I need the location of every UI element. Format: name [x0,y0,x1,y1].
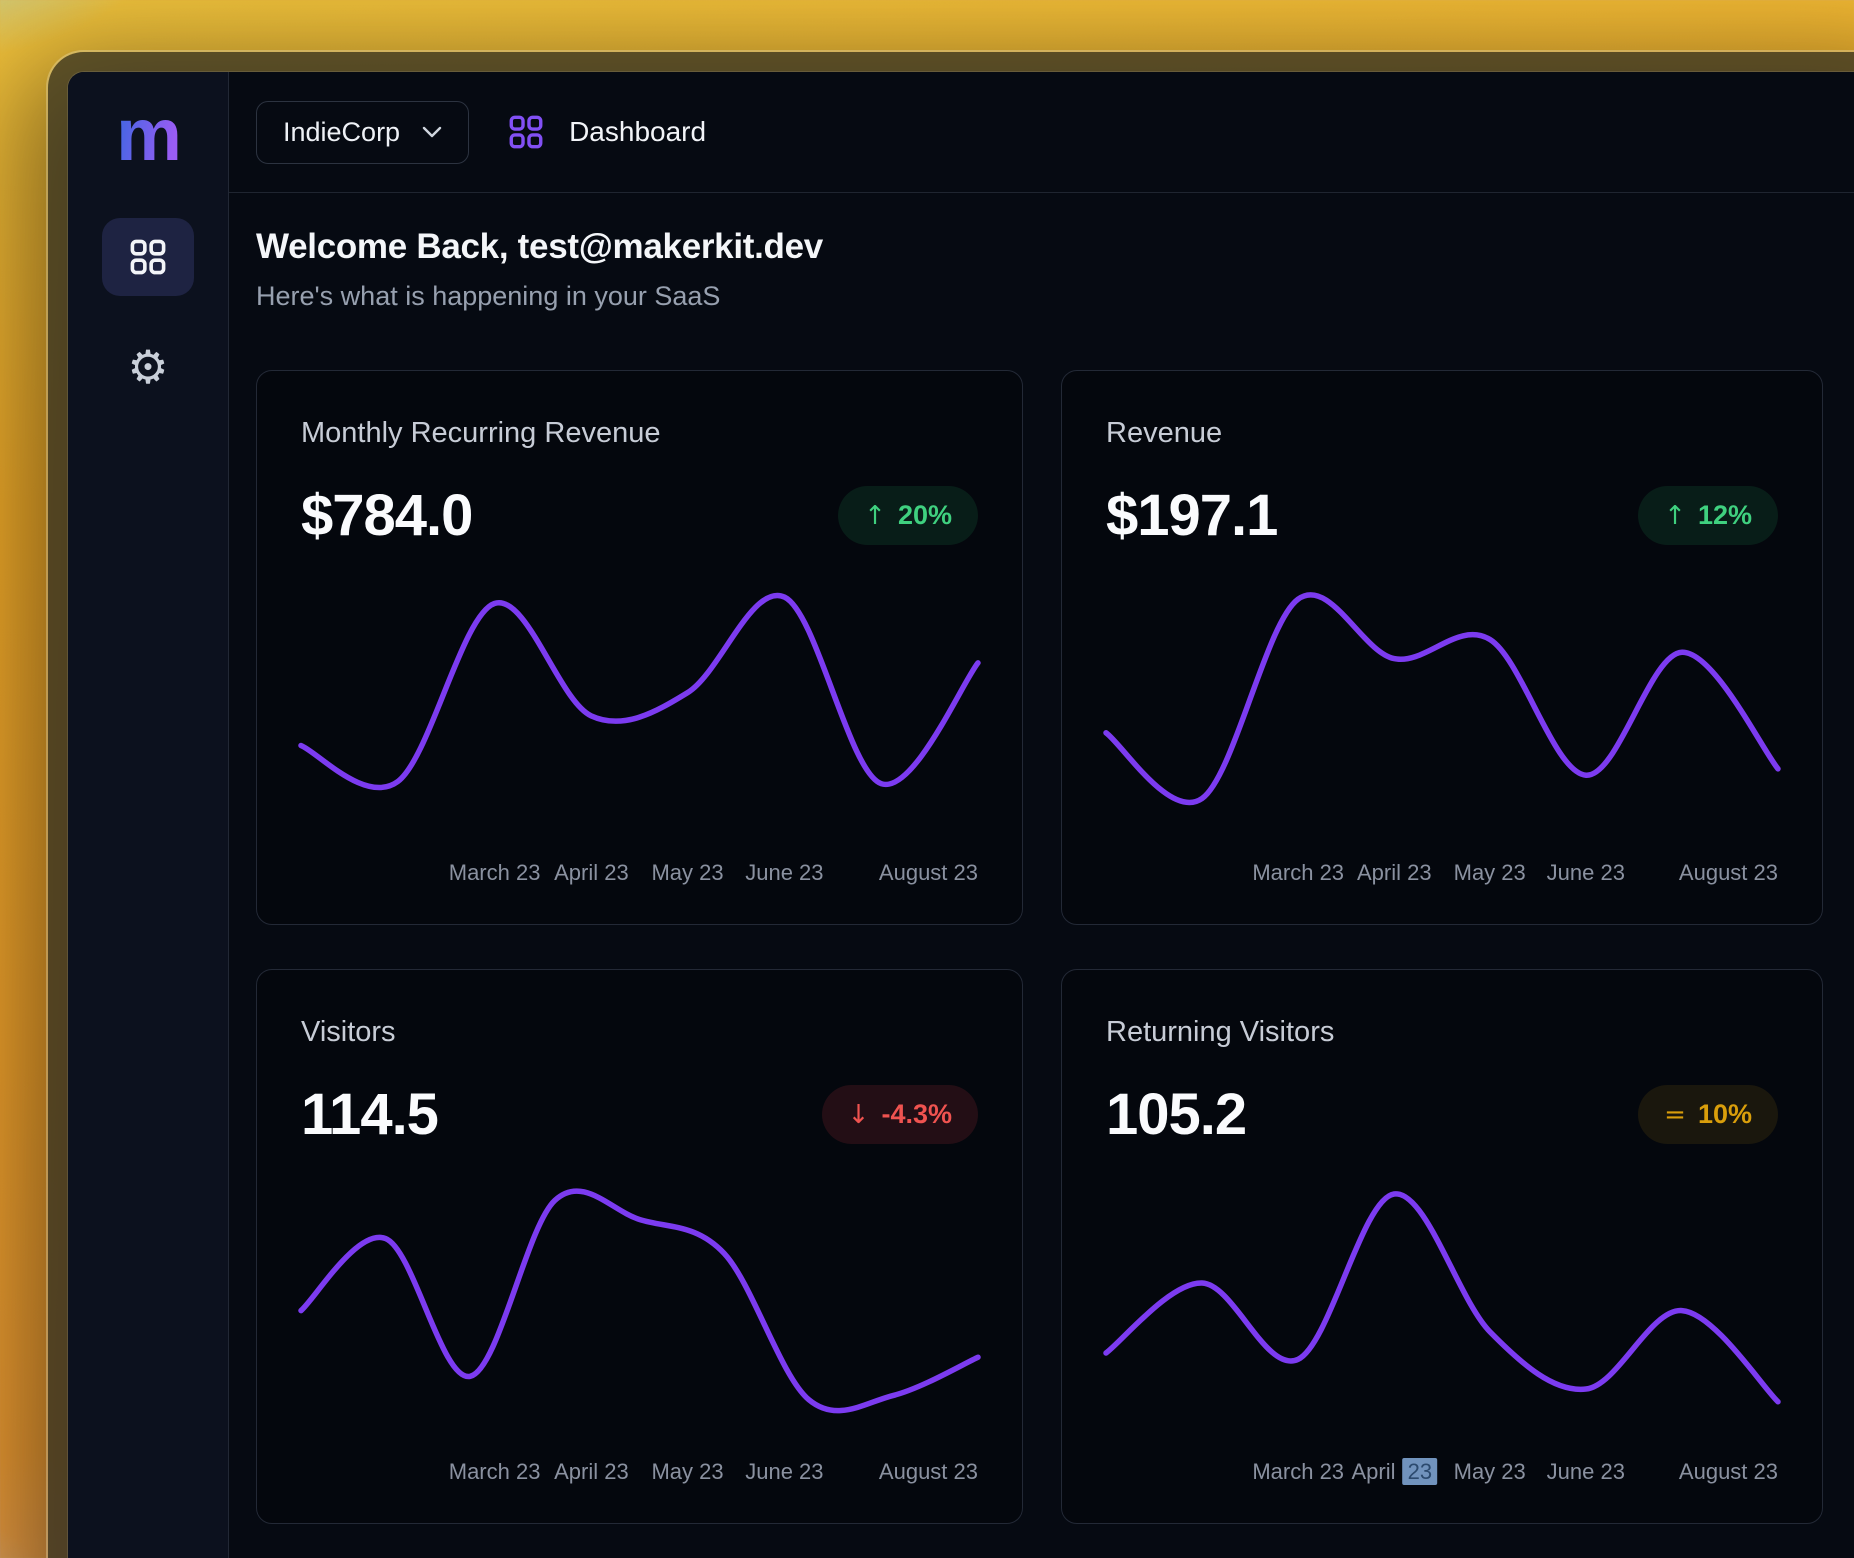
chart-line [301,595,978,787]
x-axis-label: March 23 [1252,1459,1344,1485]
trend-badge: ↑ 12% [1638,486,1778,545]
x-axis-label: May 23 [651,1459,723,1485]
makerkit-logo: m [116,98,180,172]
dashboard-icon [509,115,543,149]
desktop-wallpaper: { "colors": { "accent_purple": "#7c3bf0"… [0,0,1854,1558]
sidebar-nav: ⚙ [102,218,194,406]
x-axis-label: May 23 [1454,1459,1526,1485]
page-title: Dashboard [569,116,706,148]
x-axis-label: April 23 [554,1459,629,1485]
metric-cards-grid: Monthly Recurring Revenue $784.0 ↑ 20% M… [256,370,1854,1524]
x-axis-label: June 23 [1547,860,1625,886]
equals-icon: = [1664,1100,1686,1130]
x-axis-label: August 23 [879,860,978,886]
x-axis-labels: March 23 April 23 May 23 June 23 August 23 [301,860,978,888]
line-chart [301,595,978,807]
welcome-title: Welcome Back, test@makerkit.dev [256,227,1854,267]
selected-text: 23 [1403,1458,1437,1485]
metric-value-row: 105.2 = 10% [1106,1081,1778,1148]
x-axis-label: August 23 [879,1459,978,1485]
main-panel: IndieCorp Dashboard Welcome Back, test@m… [229,72,1854,1558]
metric-value: $197.1 [1106,482,1277,549]
x-axis-label: August 23 [1679,860,1778,886]
line-chart [1106,1194,1778,1406]
x-axis-label: June 23 [1547,1459,1625,1485]
metric-value: 105.2 [1106,1081,1246,1148]
x-axis-label: March 23 [1252,860,1344,886]
arrow-up-icon: ↑ [1664,501,1686,531]
trend-badge: = 10% [1638,1085,1778,1144]
card-title: Returning Visitors [1106,1016,1778,1049]
chevron-down-icon [422,126,442,138]
grid-icon [130,239,166,275]
trend-label: 20% [898,500,952,531]
x-axis-label: June 23 [745,860,823,886]
sidebar: m ⚙ [68,72,229,1558]
trend-badge: ↓ -4.3% [822,1085,978,1144]
x-axis-label: May 23 [651,860,723,886]
sidebar-item-settings[interactable]: ⚙ [102,328,194,406]
trend-label: 10% [1698,1099,1752,1130]
metric-card: Visitors 114.5 ↓ -4.3% March 23April 23M… [256,969,1023,1524]
metric-value-row: $784.0 ↑ 20% [301,482,978,549]
arrow-up-icon: ↑ [864,501,886,531]
x-axis-label: April 23 [1357,860,1432,886]
gear-icon: ⚙ [127,344,168,390]
trend-label: 12% [1698,500,1752,531]
metric-card: Revenue $197.1 ↑ 12% March 23 April 23 May… [1061,370,1823,925]
card-title: Revenue [1106,417,1778,450]
chart-line [301,1191,978,1411]
trend-label: -4.3% [881,1099,952,1130]
card-title: Monthly Recurring Revenue [301,417,978,450]
x-axis-label: April 23 [1351,1459,1437,1485]
trend-badge: ↑ 20% [838,486,978,545]
x-axis-label: March 23 [449,860,541,886]
sidebar-item-dashboard[interactable] [102,218,194,296]
metric-value: $784.0 [301,482,472,549]
breadcrumb: Dashboard [509,115,706,149]
card-title: Visitors [301,1016,978,1049]
dashboard-content: Welcome Back, test@makerkit.dev Here's w… [229,193,1854,1558]
topbar: IndieCorp Dashboard [229,72,1854,193]
x-axis-labels: March 23 April 23 May 23 June 23 August 23 [1106,1459,1778,1487]
x-axis-label: May 23 [1454,860,1526,886]
line-chart [301,1194,978,1406]
metric-card: Returning Visitors 105.2 = 10% March 23 A… [1061,969,1823,1524]
metric-value-row: $197.1 ↑ 12% [1106,482,1778,549]
chart-line [1106,1194,1778,1402]
org-switcher-label: IndieCorp [283,117,400,148]
welcome-subtitle: Here's what is happening in your SaaS [256,281,1854,312]
x-axis-labels: March 23 April 23 May 23 June 23 August 23 [301,1459,978,1487]
x-axis-label: April 23 [554,860,629,886]
chart-line [1106,595,1778,803]
x-axis-labels: March 23 April 23 May 23 June 23 August 23 [1106,860,1778,888]
line-chart [1106,595,1778,807]
x-axis-label: August 23 [1679,1459,1778,1485]
app-window: m ⚙ IndieCorp Dashboard Welcome B [68,72,1854,1558]
arrow-down-icon: ↓ [848,1100,870,1130]
metric-value: 114.5 [301,1081,438,1148]
x-axis-label: June 23 [745,1459,823,1485]
metric-card: Monthly Recurring Revenue $784.0 ↑ 20% M… [256,370,1023,925]
metric-value-row: 114.5 ↓ -4.3% [301,1081,978,1148]
org-switcher-button[interactable]: IndieCorp [256,101,469,164]
x-axis-label: March 23 [449,1459,541,1485]
